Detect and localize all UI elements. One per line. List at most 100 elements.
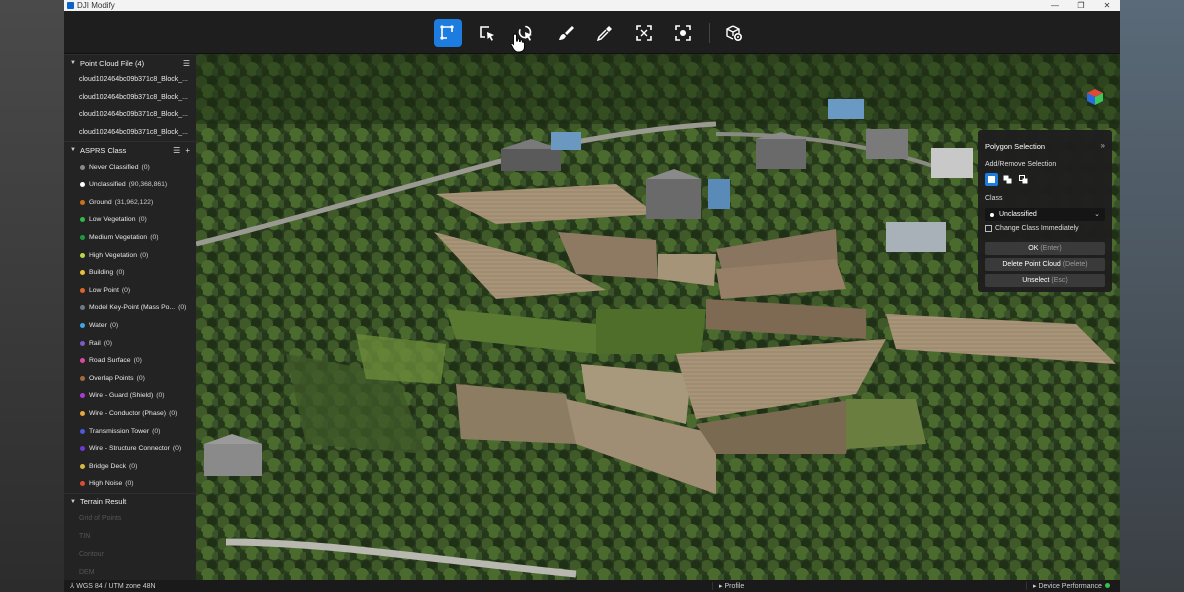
polygon-select-icon <box>440 25 454 40</box>
class-label: Class <box>985 195 1003 202</box>
unselect-button[interactable]: Unselect (Esc) <box>985 274 1105 287</box>
target-select-button[interactable] <box>669 19 697 47</box>
coordinate-system[interactable]: ⅄ WGS 84 / UTM zone 48N <box>70 582 156 590</box>
new-selection-icon <box>988 176 995 183</box>
point-cloud-file-item[interactable]: cloud102464bc09b371c8_Block_... <box>64 106 196 124</box>
list-view-icon[interactable]: ☰ <box>183 59 190 68</box>
class-list-item[interactable]: Medium Vegetation (0) <box>64 229 196 247</box>
class-list-item[interactable]: High Noise (0) <box>64 475 196 493</box>
eyedropper-button[interactable] <box>591 19 619 47</box>
class-color-dot <box>80 199 85 205</box>
polygon-selection-panel: Polygon Selection » Add/Remove Selection… <box>978 130 1112 292</box>
asprs-section-header[interactable]: ▼ ASPRS Class ☰ + <box>64 141 196 158</box>
class-color-dot <box>80 375 85 381</box>
crs-label: WGS 84 / UTM zone 48N <box>76 583 156 590</box>
toolbar <box>64 11 1120 54</box>
delete-point-cloud-button[interactable]: Delete Point Cloud (Delete) <box>985 258 1105 271</box>
class-color-dot <box>80 340 85 346</box>
class-list-item[interactable]: High Vegetation (0) <box>64 246 196 264</box>
delete-label: Delete Point Cloud <box>1002 261 1061 268</box>
collapse-caret-icon[interactable]: ▼ <box>70 147 76 153</box>
profile-toggle[interactable]: ▸ Profile <box>712 582 1024 590</box>
status-indicator-icon <box>1104 583 1110 588</box>
class-label: Ground <box>89 198 112 206</box>
close-window-button[interactable]: ✕ <box>1094 0 1120 11</box>
class-label: Wire - Structure Connector <box>89 445 170 453</box>
class-list-item[interactable]: Wire - Structure Connector (0) <box>64 440 196 458</box>
brush-select-button[interactable] <box>552 19 580 47</box>
class-count: (0) <box>133 357 142 365</box>
class-list-item[interactable]: Overlap Points (0) <box>64 370 196 388</box>
class-label: Transmission Tower <box>89 427 150 435</box>
class-label: Overlap Points <box>89 374 134 382</box>
settings-button[interactable] <box>720 19 748 47</box>
class-list-item[interactable]: Wire - Guard (Shield) (0) <box>64 387 196 405</box>
point-cloud-file-item[interactable]: cloud102464bc09b371c8_Block_... <box>64 89 196 107</box>
class-label: Low Point <box>89 286 119 294</box>
add-class-icon[interactable]: + <box>185 146 190 155</box>
remove-selection-button[interactable] <box>1017 173 1030 186</box>
class-list-item[interactable]: Never Classified (0) <box>64 158 196 176</box>
class-list-item[interactable]: Ground (31,962,122) <box>64 194 196 212</box>
class-list-item[interactable]: Wire - Conductor (Phase) (0) <box>64 405 196 423</box>
class-label: Bridge Deck <box>89 462 127 470</box>
class-dropdown[interactable]: Unclassified ⌄ <box>985 208 1105 221</box>
class-list-item[interactable]: Rail (0) <box>64 334 196 352</box>
terrain-section-header[interactable]: ▼ Terrain Result <box>64 492 196 510</box>
class-label: Water <box>89 322 107 330</box>
class-list-item[interactable]: Building (0) <box>64 264 196 282</box>
class-color-dot <box>80 235 85 241</box>
collapse-caret-icon[interactable]: ▼ <box>70 60 76 66</box>
point-cloud-section-header[interactable]: ▼ Point Cloud File (4) ☰ <box>64 54 196 71</box>
class-count: (0) <box>121 286 131 294</box>
checkbox-box[interactable] <box>985 225 992 232</box>
class-list-item[interactable]: Unclassified (90,368,861) <box>64 176 196 194</box>
asprs-title: ASPRS Class <box>79 145 127 155</box>
class-color-dot <box>80 410 85 416</box>
brush-icon <box>559 26 574 40</box>
asprs-class-list: Never Classified (0) Unclassified (90,368,8… <box>64 158 196 492</box>
class-count: (0) <box>125 480 134 488</box>
box-select-button[interactable] <box>473 19 501 47</box>
collapse-caret-icon[interactable]: ▼ <box>70 499 76 505</box>
focus-select-button[interactable] <box>630 19 658 47</box>
class-list-item[interactable]: Bridge Deck (0) <box>64 457 196 475</box>
point-cloud-title: Point Cloud File <box>79 58 133 68</box>
class-dropdown-value: Unclassified <box>999 211 1037 218</box>
class-count: (0) <box>141 163 150 171</box>
class-color-dot <box>80 481 85 487</box>
class-list-item[interactable]: Transmission Tower (0) <box>64 422 196 440</box>
class-count: (90,368,861) <box>128 181 168 189</box>
class-color-dot <box>80 164 85 170</box>
device-performance[interactable]: ▸ Device Performance <box>1026 582 1110 590</box>
terrain-result-list: Grid of Points TIN Contour DEM <box>64 510 196 580</box>
class-list-item[interactable]: Low Point (0) <box>64 282 196 300</box>
add-selection-button[interactable] <box>1001 173 1014 186</box>
new-selection-button[interactable] <box>985 173 998 186</box>
view-cube-icon[interactable] <box>1086 88 1104 106</box>
point-cloud-file-list: cloud102464bc09b371c8_Block_... cloud1024… <box>64 71 196 141</box>
class-list-item[interactable]: Model Key-Point (Mass Po... (0) <box>64 299 196 317</box>
status-bar: ⅄ WGS 84 / UTM zone 48N ▸ Profile ▸ Devi… <box>64 580 1120 592</box>
class-label: Model Key-Point (Mass Po... <box>89 304 176 312</box>
class-list-item[interactable]: Road Surface (0) <box>64 352 196 370</box>
class-color-dot <box>80 182 85 188</box>
hand-cursor-icon <box>510 33 525 53</box>
unselect-shortcut: (Esc) <box>1051 277 1068 284</box>
point-cloud-file-item[interactable]: cloud102464bc09b371c8_Block_... <box>64 124 196 142</box>
polygon-select-button[interactable] <box>434 19 462 47</box>
minimize-button[interactable]: — <box>1042 0 1068 11</box>
class-count: (0) <box>152 427 161 435</box>
point-cloud-file-item[interactable]: cloud102464bc09b371c8_Block_... <box>64 71 196 89</box>
add-remove-label: Add/Remove Selection <box>985 161 1057 168</box>
maximize-button[interactable]: ❐ <box>1068 0 1094 11</box>
collapse-panel-icon[interactable]: » <box>1101 141 1105 150</box>
class-count: (0) <box>156 392 165 400</box>
class-list-item[interactable]: Water (0) <box>64 317 196 335</box>
class-list-item[interactable]: Low Vegetation (0) <box>64 211 196 229</box>
class-count: (0) <box>172 445 182 453</box>
change-class-immediately-checkbox[interactable]: Change Class Immediately <box>985 225 1079 232</box>
class-list-icon[interactable]: ☰ <box>173 146 180 155</box>
class-count: (31,962,122) <box>114 198 154 206</box>
ok-button[interactable]: OK (Enter) <box>985 242 1105 255</box>
